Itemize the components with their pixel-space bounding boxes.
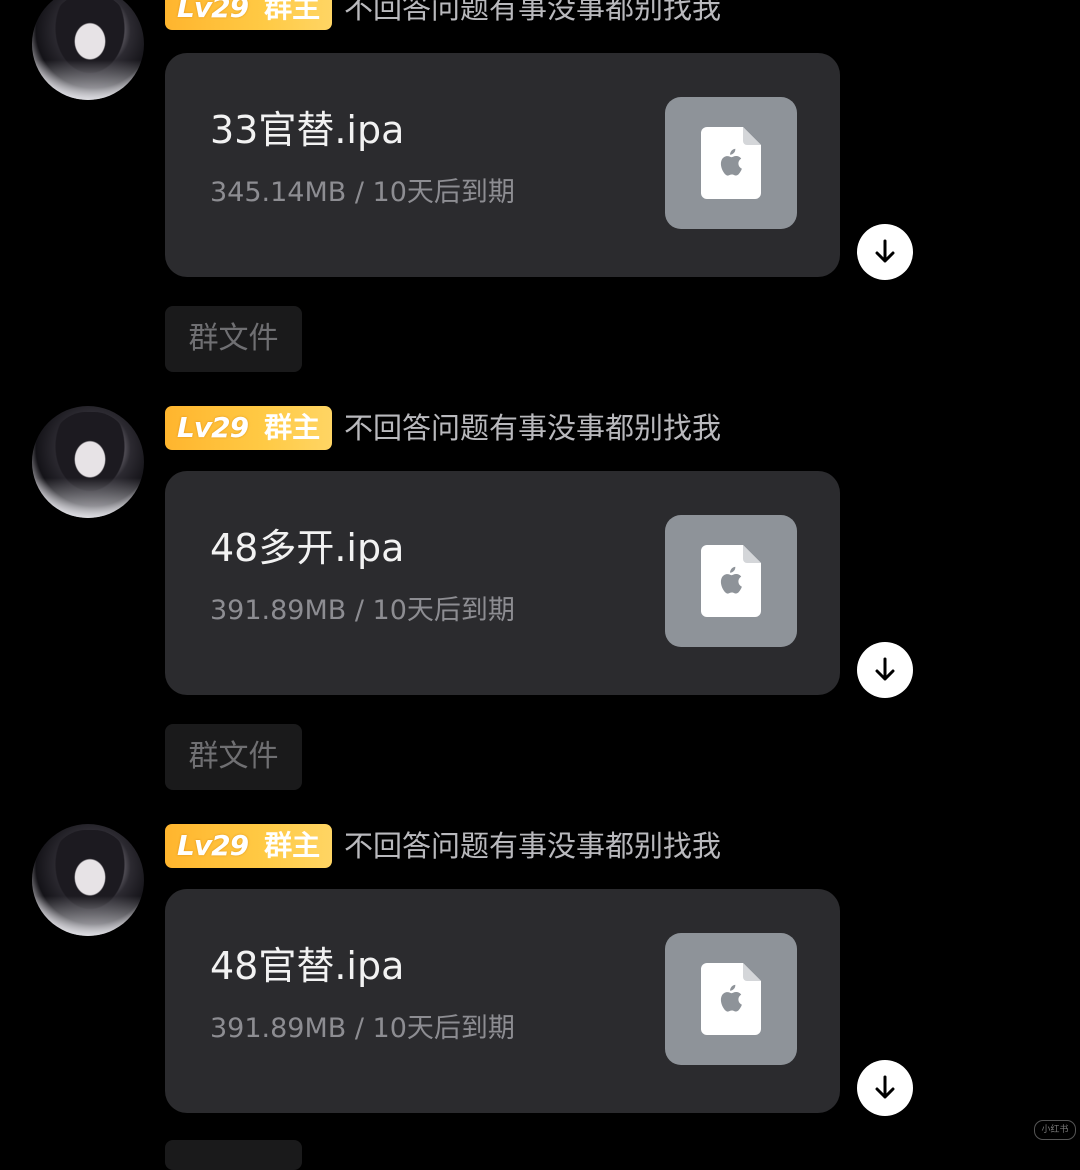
download-button[interactable] bbox=[857, 224, 913, 280]
avatar[interactable] bbox=[32, 406, 144, 518]
group-file-tag[interactable]: 群文件 bbox=[165, 724, 302, 790]
role-label: 群主 bbox=[264, 0, 321, 24]
apple-file-icon bbox=[665, 933, 797, 1065]
arrow-down-icon bbox=[875, 657, 895, 681]
member-badge: Lv29 群主 bbox=[165, 0, 332, 30]
apple-file-icon bbox=[665, 515, 797, 647]
role-label: 群主 bbox=[264, 411, 321, 444]
apple-file-icon bbox=[665, 97, 797, 229]
avatar[interactable] bbox=[32, 824, 144, 936]
group-file-tag[interactable]: 群文件 bbox=[165, 306, 302, 372]
level-label: Lv29 bbox=[177, 411, 249, 444]
file-name: 33官替.ipa bbox=[210, 108, 405, 152]
member-badge: Lv29 群主 bbox=[165, 824, 332, 868]
arrow-down-icon bbox=[875, 1075, 895, 1099]
watermark-logo: 小红书 bbox=[1034, 1120, 1076, 1140]
file-meta: 391.89MB / 10天后到期 bbox=[210, 1013, 515, 1044]
group-file-tag[interactable] bbox=[165, 1140, 302, 1170]
file-card[interactable]: 33官替.ipa 345.14MB / 10天后到期 bbox=[165, 53, 840, 277]
file-meta: 345.14MB / 10天后到期 bbox=[210, 177, 515, 208]
download-button[interactable] bbox=[857, 1060, 913, 1116]
sender-nickname: 不回答问题有事没事都别找我 bbox=[344, 0, 722, 25]
file-meta: 391.89MB / 10天后到期 bbox=[210, 595, 515, 626]
arrow-down-icon bbox=[875, 239, 895, 263]
avatar[interactable] bbox=[32, 0, 144, 100]
level-label: Lv29 bbox=[177, 829, 249, 862]
sender-nickname: 不回答问题有事没事都别找我 bbox=[344, 411, 722, 445]
file-name: 48官替.ipa bbox=[210, 944, 405, 988]
sender-nickname: 不回答问题有事没事都别找我 bbox=[344, 829, 722, 863]
role-label: 群主 bbox=[264, 829, 321, 862]
member-badge: Lv29 群主 bbox=[165, 406, 332, 450]
file-name: 48多开.ipa bbox=[210, 526, 405, 570]
level-label: Lv29 bbox=[177, 0, 249, 24]
file-card[interactable]: 48官替.ipa 391.89MB / 10天后到期 bbox=[165, 889, 840, 1113]
file-card[interactable]: 48多开.ipa 391.89MB / 10天后到期 bbox=[165, 471, 840, 695]
download-button[interactable] bbox=[857, 642, 913, 698]
